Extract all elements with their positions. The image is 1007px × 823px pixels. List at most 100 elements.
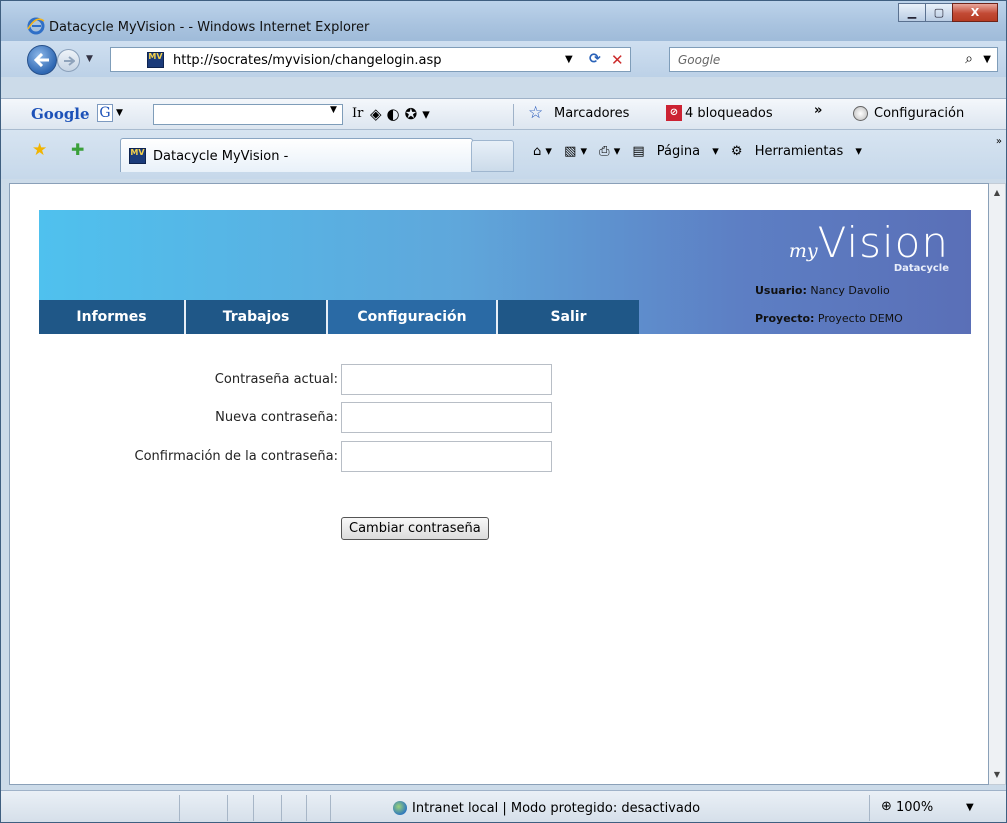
site-favicon-icon: MV [147, 52, 164, 68]
print-icon[interactable]: ⎙ ▾ [599, 144, 620, 159]
google-go-button[interactable]: Ir [352, 106, 363, 121]
scroll-down-icon[interactable]: ▼ [989, 766, 1005, 784]
page-icon: ▤ [632, 144, 645, 159]
confirm-password-row: Confirmación de la contraseña: [10, 441, 988, 473]
security-zone-text[interactable]: Intranet local | Modo protegido: desacti… [412, 801, 700, 816]
ie-logo-icon [27, 17, 45, 35]
tools-menu[interactable]: ⚙ Herramientas ▾ [731, 144, 862, 159]
nav-configuracion[interactable]: Configuración [328, 300, 498, 334]
user-label: Usuario: [755, 284, 807, 297]
status-divider [281, 795, 282, 821]
current-password-row: Contraseña actual: [10, 364, 988, 396]
url-text[interactable]: http://socrates/myvision/changelogin.asp [173, 53, 442, 68]
close-button[interactable]: X [952, 3, 998, 22]
status-divider [306, 795, 307, 821]
project-info: Proyecto: Proyecto DEMO [755, 312, 903, 325]
tab-favicon-icon: MV [129, 148, 146, 164]
bookmark-star-icon[interactable]: ☆ [528, 103, 543, 123]
tab-datacycle-myvision[interactable]: MV Datacycle MyVision - [120, 138, 473, 172]
nav-salir[interactable]: Salir [498, 300, 639, 334]
stop-icon[interactable]: ✕ [611, 51, 624, 69]
zoom-icon: ⊕ [881, 799, 892, 814]
project-value: Proyecto DEMO [817, 312, 903, 325]
main-nav: Informes Trabajos Configuración Salir [39, 300, 639, 334]
settings-radio-icon [853, 106, 868, 121]
confirm-password-input[interactable] [341, 441, 552, 472]
toolbar-extension-icons[interactable]: ◈◐✪▾ [370, 105, 435, 123]
toolbar-divider [513, 104, 514, 126]
history-dropdown-icon[interactable]: ▼ [86, 54, 93, 64]
google-g-dropdown-icon[interactable]: ▼ [116, 108, 123, 118]
more-button[interactable]: » [814, 103, 822, 118]
new-password-row: Nueva contraseña: [10, 402, 988, 434]
new-password-label: Nueva contraseña: [215, 410, 338, 425]
zoom-dropdown-icon[interactable]: ▼ [966, 802, 974, 813]
user-value: Nancy Davolio [810, 284, 890, 297]
home-icon[interactable]: ⌂ ▾ [533, 144, 552, 159]
google-search-input[interactable] [153, 104, 343, 125]
current-password-input[interactable] [341, 364, 552, 395]
myvision-logo: myVision Datacycle [789, 218, 949, 274]
status-divider [253, 795, 254, 821]
tab-title: Datacycle MyVision - [153, 149, 289, 164]
maximize-button[interactable]: ▢ [925, 3, 953, 22]
status-divider [227, 795, 228, 821]
search-placeholder: Google [678, 53, 721, 67]
current-password-label: Contraseña actual: [214, 372, 338, 387]
address-row: ▼ MV http://socrates/myvision/changelogi… [1, 41, 1006, 77]
arrow-left-icon [34, 53, 49, 67]
logo-vision: Vision [817, 218, 949, 267]
command-more-icon[interactable]: » [996, 136, 1002, 147]
new-tab-button[interactable] [471, 140, 514, 172]
google-g-button[interactable]: G [97, 104, 113, 122]
toolbar-settings-button[interactable]: Configuración [874, 106, 964, 121]
confirm-password-label: Confirmación de la contraseña: [134, 449, 339, 464]
status-bar: Intranet local | Modo protegido: desacti… [1, 790, 1006, 822]
intranet-globe-icon [393, 801, 407, 815]
tab-row: ★ ✚ MV Datacycle MyVision - ⌂ ▾ ▧ ▾ ⎙ ▾ … [1, 130, 1006, 179]
bookmarks-button[interactable]: Marcadores [554, 106, 629, 121]
vertical-scrollbar[interactable]: ▲ ▼ [989, 183, 1006, 785]
status-divider [179, 795, 180, 821]
page-menu[interactable]: ▤ Página ▾ [632, 144, 718, 159]
feeds-icon[interactable]: ▧ ▾ [564, 144, 587, 159]
page-viewport: myVision Datacycle Usuario: Nancy Davoli… [9, 183, 989, 785]
title-bar: Datacycle MyVision - - Windows Internet … [1, 1, 1006, 41]
page-label: Página [656, 144, 701, 159]
tools-label: Herramientas [754, 144, 844, 159]
window-title: Datacycle MyVision - - Windows Internet … [49, 20, 370, 35]
minimize-button[interactable]: ▁ [898, 3, 926, 22]
url-dropdown-icon[interactable]: ▼ [565, 54, 573, 65]
zoom-level[interactable]: 100% [896, 800, 933, 815]
browser-window: Datacycle MyVision - - Windows Internet … [0, 0, 1007, 823]
popups-blocked-button[interactable]: 4 bloqueados [685, 106, 773, 121]
nav-trabajos[interactable]: Trabajos [186, 300, 328, 334]
status-divider [869, 795, 870, 821]
window-controls: ▁ ▢ X [898, 3, 998, 22]
address-bar[interactable]: MV http://socrates/myvision/changelogin.… [110, 47, 631, 72]
google-logo: Google [31, 105, 90, 123]
search-dropdown-icon[interactable]: ▼ [983, 54, 991, 65]
status-divider [330, 795, 331, 821]
google-search-dropdown-icon[interactable]: ▼ [330, 105, 337, 115]
logo-my: my [788, 240, 818, 262]
scroll-up-icon[interactable]: ▲ [989, 184, 1005, 202]
new-password-input[interactable] [341, 402, 552, 433]
search-icon[interactable]: ⌕ [965, 51, 973, 67]
user-info: Usuario: Nancy Davolio [755, 284, 890, 297]
change-password-button[interactable]: Cambiar contraseña [341, 517, 489, 540]
arrow-right-icon [63, 55, 75, 66]
popup-blocker-icon: ⊘ [666, 105, 682, 121]
add-favorite-icon[interactable]: ✚ [71, 140, 84, 159]
gear-icon: ⚙ [730, 144, 743, 159]
refresh-icon[interactable]: ⟳ [589, 51, 601, 67]
project-label: Proyecto: [755, 312, 815, 325]
favorites-star-icon[interactable]: ★ [32, 140, 47, 160]
search-box[interactable]: Google ⌕ ▼ [669, 47, 998, 72]
back-button[interactable] [27, 45, 57, 75]
nav-informes[interactable]: Informes [39, 300, 186, 334]
app-header: myVision Datacycle Usuario: Nancy Davoli… [39, 210, 971, 334]
google-toolbar: Google G ▼ ▼ Ir ◈◐✪▾ ☆ Marcadores ⊘ 4 bl… [1, 98, 1006, 130]
command-bar: ⌂ ▾ ▧ ▾ ⎙ ▾ ▤ Página ▾ ⚙ Herramientas ▾ [533, 144, 870, 159]
forward-button[interactable] [57, 49, 80, 72]
